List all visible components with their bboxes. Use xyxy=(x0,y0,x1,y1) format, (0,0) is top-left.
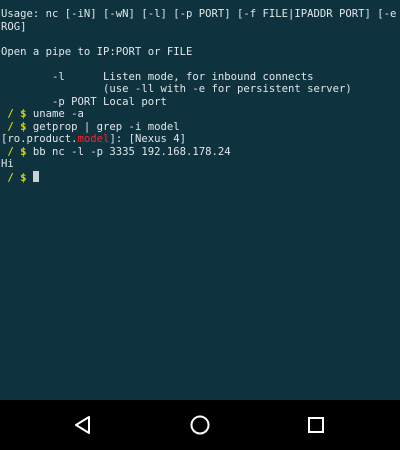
recents-button[interactable] xyxy=(303,412,329,438)
shell-prompt: / $ xyxy=(1,108,33,120)
shell-command: bb nc -l -p 3335 192.168.178.24 xyxy=(32,145,231,158)
home-circle-icon xyxy=(190,415,210,435)
back-triangle-icon xyxy=(75,416,90,434)
terminal-prompt-line: / $ uname -a xyxy=(1,108,400,121)
terminal-line: (use -ll with -e for persistent server) xyxy=(1,83,352,95)
shell-command: getprop | grep -i model xyxy=(32,120,180,133)
terminal-line: -p PORT Local port xyxy=(1,95,167,108)
terminal-prompt-line: / $ bb nc -l -p 3335 192.168.178.24 xyxy=(1,146,400,159)
terminal-screen[interactable]: Usage: nc [-iN] [-wN] [-l] [-p PORT] [-f… xyxy=(0,0,400,400)
terminal-line: Open a pipe to IP:PORT or FILE xyxy=(1,45,193,58)
terminal-line: -l Listen mode, for inbound connects xyxy=(1,70,314,83)
recents-square-icon xyxy=(308,417,324,433)
terminal-line: Hi xyxy=(1,158,14,170)
terminal-line: [ro.product.model]: [Nexus 4] xyxy=(1,133,186,145)
terminal-line: Usage: nc [-iN] [-wN] [-l] [-p PORT] [-f… xyxy=(1,8,400,20)
home-button[interactable] xyxy=(187,412,213,438)
shell-command: uname -a xyxy=(32,108,84,120)
android-navigation-bar xyxy=(0,400,400,450)
back-button[interactable] xyxy=(70,412,96,438)
terminal-input-line[interactable]: / $ xyxy=(1,170,400,185)
terminal-prompt-line: / $ getprop | grep -i model xyxy=(1,121,400,134)
terminal-line: ROG] xyxy=(1,20,27,33)
grep-match-highlight: model xyxy=(77,133,110,145)
shell-prompt: / $ xyxy=(1,120,33,133)
shell-prompt: / $ xyxy=(1,171,33,184)
terminal-output: Usage: nc [-iN] [-wN] [-l] [-p PORT] [-f… xyxy=(0,0,400,184)
text-cursor xyxy=(32,170,39,182)
shell-prompt: / $ xyxy=(1,145,33,158)
